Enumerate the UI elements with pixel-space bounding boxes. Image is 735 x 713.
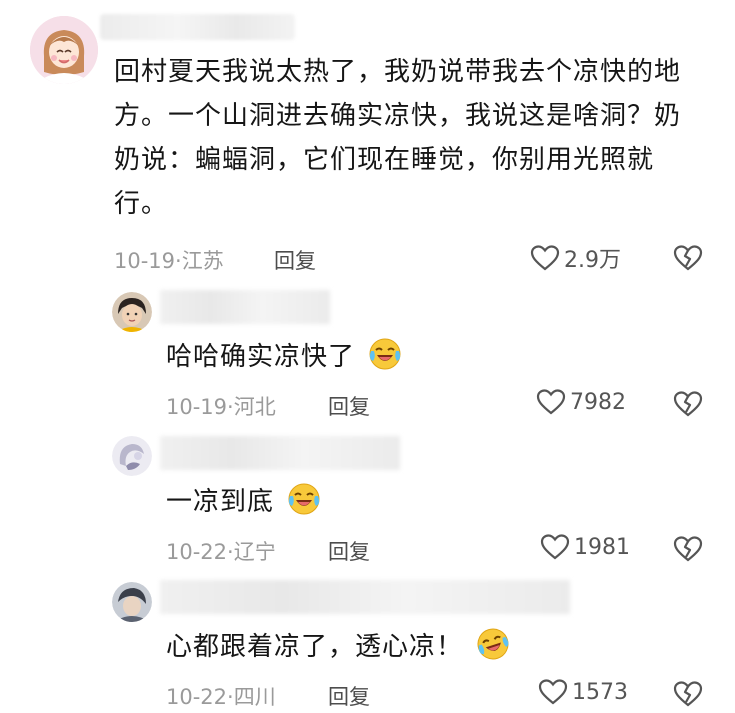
laughing-crying-emoji	[288, 483, 320, 515]
username-blurred	[160, 436, 400, 470]
like-count: 2.9万	[564, 248, 621, 273]
broken-heart-icon	[673, 245, 703, 271]
user-avatar[interactable]	[112, 436, 152, 476]
broken-heart-icon	[673, 536, 703, 562]
reply-button[interactable]: 回复	[328, 681, 370, 711]
broken-heart-icon	[673, 681, 703, 707]
like-count: 1981	[574, 534, 630, 560]
comment-meta: 10-19·河北	[166, 395, 276, 419]
like-button[interactable]: 7982	[536, 388, 626, 416]
heart-outline-icon	[538, 679, 568, 705]
comment-text: 一凉到底	[166, 480, 321, 524]
like-button[interactable]: 1573	[538, 678, 628, 706]
like-button[interactable]: 2.9万	[530, 242, 621, 274]
comment-meta: 10-22·四川	[166, 685, 276, 709]
like-count: 1573	[572, 679, 628, 705]
reply-button[interactable]: 回复	[328, 536, 370, 566]
comment-text: 哈哈确实凉快了	[166, 335, 402, 379]
user-avatar[interactable]	[112, 582, 152, 622]
username-blurred	[160, 580, 570, 614]
reply-button[interactable]: 回复	[274, 245, 316, 275]
laughing-crying-emoji	[477, 628, 509, 660]
user-avatar[interactable]	[30, 16, 98, 84]
dislike-button[interactable]	[673, 244, 703, 276]
dislike-button[interactable]	[673, 390, 703, 422]
dislike-button[interactable]	[673, 680, 703, 712]
comment-text: 回村夏天我说太热了，我奶说带我去个凉快的地 方。一个山洞进去确实凉快，我说这是啥…	[114, 57, 682, 219]
broken-heart-icon	[673, 391, 703, 417]
comment-meta: 10-19·江苏	[114, 249, 224, 273]
heart-outline-icon	[530, 245, 560, 271]
username-blurred	[160, 290, 330, 324]
username-blurred	[100, 14, 295, 40]
like-count: 7982	[570, 389, 626, 415]
heart-outline-icon	[536, 389, 566, 415]
reply-button[interactable]: 回复	[328, 391, 370, 421]
laughing-crying-emoji	[369, 338, 401, 370]
comment-meta: 10-22·辽宁	[166, 540, 276, 564]
user-avatar[interactable]	[112, 292, 152, 332]
dislike-button[interactable]	[673, 535, 703, 567]
heart-outline-icon	[540, 534, 570, 560]
like-button[interactable]: 1981	[540, 533, 630, 561]
comment-text: 心都跟着凉了，透心凉！	[166, 625, 510, 669]
